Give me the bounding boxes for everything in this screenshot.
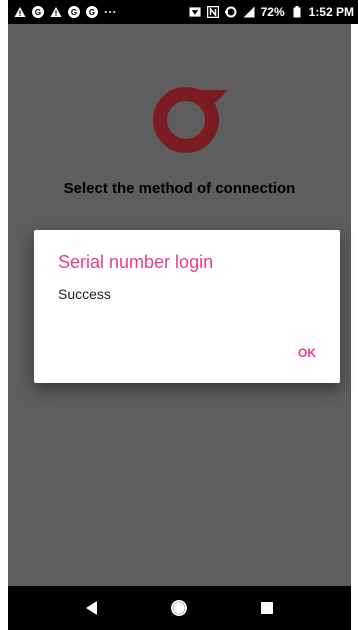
warning-icon [14,6,26,18]
app-logo-icon [153,87,228,153]
home-icon[interactable] [163,592,195,624]
back-icon[interactable] [76,592,108,624]
more-notifications-icon [104,6,116,18]
nfc-icon [206,6,219,18]
status-right: 72% 1:52 PM [189,5,354,19]
ok-button[interactable]: OK [298,346,316,360]
serial-login-dialog: Serial number login Success OK [34,230,340,383]
cast-icon [189,6,201,18]
battery-percent: 72% [260,5,285,19]
recents-icon[interactable] [251,592,283,624]
connection-method-title: Select the method of connection [63,180,296,197]
clock: 1:52 PM [308,5,354,19]
signal-icon [243,6,255,18]
notification-icon: G [32,6,44,18]
notification-icon: G [86,6,98,18]
dialog-message: Success [58,286,111,302]
phone-screen: G G G 72% 1:52 PM Select the method of c… [0,0,358,630]
status-left: G G G [14,6,116,18]
dialog-title: Serial number login [58,252,214,272]
battery-icon [291,6,303,18]
data-saver-icon [224,6,237,18]
navigation-bar [8,586,351,630]
warning-icon [50,6,62,18]
status-bar: G G G 72% 1:52 PM [8,0,358,24]
notification-icon: G [68,6,80,18]
